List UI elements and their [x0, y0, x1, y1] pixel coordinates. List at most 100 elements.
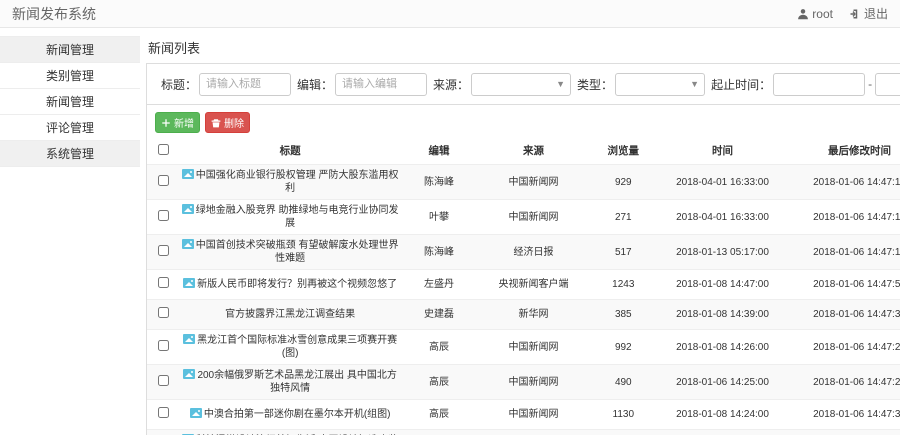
news-time: 2018-04-01 16:33:00 [656, 199, 789, 235]
user-menu[interactable]: root [797, 7, 833, 21]
news-source: 新华网 [476, 299, 591, 330]
row-checkbox[interactable] [157, 374, 169, 386]
news-title: 中国强化商业银行股权管理 严防大股东滥用权利 [195, 170, 399, 194]
app-title: 新闻发布系统 [12, 5, 96, 22]
news-source: 经济日报 [476, 234, 591, 270]
filter-title-input[interactable] [199, 72, 292, 96]
news-time: 2018-01-08 14:26:00 [656, 329, 789, 365]
news-source: 中国新闻网 [476, 364, 591, 400]
username: root [812, 6, 833, 21]
news-time: 2018-04-01 16:33:00 [656, 164, 789, 200]
select-all-checkbox[interactable] [157, 143, 169, 155]
filter-title-label: 标题： [161, 77, 198, 92]
chevron-down-icon: ▼ [690, 79, 700, 89]
news-views: 517 [590, 234, 657, 270]
filter-editor-input[interactable] [335, 72, 428, 96]
news-views: 479 [590, 429, 657, 435]
row-checkbox[interactable] [157, 407, 169, 418]
sidebar-item-2[interactable]: 新闻管理 [0, 89, 140, 115]
logout-icon [850, 9, 858, 18]
news-editor: 叶攀 [401, 199, 477, 235]
news-views: 385 [590, 299, 657, 330]
sidebar-item-1[interactable]: 类别管理 [0, 63, 140, 89]
plus-icon [162, 118, 170, 127]
row-checkbox[interactable] [157, 244, 169, 256]
sidebar: 新闻管理 类别管理 新闻管理 评论管理 系统管理 [0, 28, 140, 167]
page-title: 新闻列表 [148, 41, 201, 56]
news-time: 2018-01-08 14:47:00 [656, 269, 789, 300]
col-views: 浏览量 [607, 145, 640, 157]
image-icon [181, 204, 194, 214]
filter-time-end-input[interactable] [875, 72, 900, 96]
row-checkbox[interactable] [157, 339, 169, 351]
table-row: 中国强化商业银行股权管理 严防大股东滥用权利 陈海峰 中国新闻网 929 201… [147, 164, 900, 200]
news-modified: 2018-01-06 14:47:20 [788, 329, 900, 365]
news-modified: 2018-01-06 14:47:13 [788, 164, 900, 200]
news-editor: 高辰 [401, 329, 477, 365]
image-icon [181, 169, 194, 179]
news-modified: 2018-01-06 14:47:31 [788, 299, 900, 330]
row-checkbox[interactable] [157, 277, 169, 288]
table-row: 中澳合拍第一部迷你剧在墨尔本开机(组图) 高辰 中国新闻网 1130 2018-… [147, 399, 900, 430]
add-button[interactable]: 新增 [155, 112, 200, 133]
logout-label: 退出 [863, 7, 888, 21]
news-title-cell: 中澳合拍第一部迷你剧在墨尔本开机(组图) [179, 399, 402, 430]
filter-source-select[interactable]: ▼ [471, 72, 572, 96]
image-icon [181, 239, 194, 249]
news-title-cell: 中国强化商业银行股权管理 严防大股东滥用权利 [179, 164, 402, 200]
filter-time-start-input[interactable] [773, 72, 866, 96]
news-views: 992 [590, 329, 657, 365]
filter-source-label: 来源： [433, 77, 470, 92]
image-icon [189, 408, 202, 418]
row-checkbox[interactable] [157, 209, 169, 221]
news-source: 央视新闻客户端 [476, 269, 591, 300]
news-title: 黑龙江首个国际标准冰雪创意成果三项赛开赛(图) [197, 335, 398, 359]
news-editor: 左盛丹 [401, 429, 477, 435]
news-title-cell: 科技混搭设计演绎美好生活 中国设计智造大奖展举行 [179, 429, 402, 435]
table-row: 中国首创技术突破瓶颈 有望破解废水处理世界性难题 陈海峰 经济日报 517 20… [147, 234, 900, 270]
news-editor: 高辰 [401, 399, 477, 430]
filter-type-label: 类型： [577, 77, 614, 92]
sidebar-menu: 新闻管理 类别管理 新闻管理 评论管理 系统管理 [0, 36, 140, 167]
sidebar-item-4[interactable]: 系统管理 [0, 141, 140, 167]
news-time: 2018-01-06 14:22:00 [656, 429, 789, 435]
news-title: 新版人民币即将发行？别再被这个视频忽悠了 [197, 279, 398, 290]
news-editor: 陈海峰 [401, 234, 477, 270]
news-source: 中国新闻网 [476, 329, 591, 365]
news-modified: 2018-01-06 14:47:33 [788, 399, 900, 430]
news-editor: 高辰 [401, 364, 477, 400]
sidebar-item-3[interactable]: 评论管理 [0, 115, 140, 141]
filter-editor-label: 编辑： [297, 77, 334, 92]
news-source: 中国新闻网 [476, 399, 591, 430]
col-editor: 编辑 [428, 145, 450, 157]
table-row: 200余幅俄罗斯艺术品黑龙江展出 具中国北方独特风情 高辰 中国新闻网 490 … [147, 364, 900, 400]
news-modified: 2018-01-06 14:47:13 [788, 234, 900, 270]
image-icon [183, 334, 196, 344]
table-row: 黑龙江首个国际标准冰雪创意成果三项赛开赛(图) 高辰 中国新闻网 992 201… [147, 329, 900, 365]
news-views: 929 [590, 164, 657, 200]
news-title-cell: 官方披露界江黑龙江调查结果 [179, 299, 402, 330]
sidebar-item-0[interactable]: 新闻管理 [0, 37, 140, 63]
filter-type-select[interactable]: ▼ [615, 72, 706, 96]
top-navbar: 新闻发布系统 root 退出 [0, 0, 900, 28]
image-icon [183, 369, 196, 379]
row-checkbox[interactable] [157, 174, 169, 186]
news-views: 1130 [590, 399, 657, 430]
news-time: 2018-01-08 14:24:00 [656, 399, 789, 430]
news-views: 490 [590, 364, 657, 400]
chevron-down-icon: ▼ [556, 79, 566, 89]
col-modified: 最后修改时间 [828, 145, 892, 157]
news-title-cell: 绿地金融入股竞界 助推绿地与电竞行业协同发展 [179, 199, 402, 235]
news-editor: 陈海峰 [401, 164, 477, 200]
delete-button[interactable]: 删除 [205, 112, 250, 133]
news-title-cell: 200余幅俄罗斯艺术品黑龙江展出 具中国北方独特风情 [179, 364, 402, 400]
news-source: 中国新闻网 [476, 429, 591, 435]
news-time: 2018-01-08 14:39:00 [656, 299, 789, 330]
news-editor: 左盛丹 [401, 269, 477, 300]
user-icon [798, 8, 809, 19]
logout-button[interactable]: 退出 [849, 5, 888, 22]
row-checkbox[interactable] [157, 307, 169, 318]
image-icon [183, 278, 196, 288]
news-time: 2018-01-13 05:17:00 [656, 234, 789, 270]
news-modified: 2018-01-06 14:47:14 [788, 199, 900, 235]
